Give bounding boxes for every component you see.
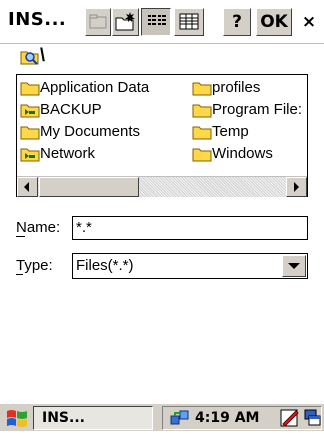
type-label: Type: [16, 257, 53, 274]
details-view-icon [179, 13, 199, 30]
scroll-left-button[interactable] [17, 177, 38, 197]
taskbar-app-label: INS... [42, 410, 85, 426]
pen-input-icon[interactable] [279, 407, 301, 429]
details-view-button[interactable] [174, 8, 204, 36]
folder-shared-icon [20, 104, 40, 118]
start-button[interactable] [4, 406, 30, 430]
taskbar: INS... 4:19 AM [0, 403, 324, 431]
ok-button[interactable]: OK [256, 8, 292, 36]
windows-logo-icon [7, 410, 27, 427]
folder-shared-icon [20, 148, 40, 162]
folder-icon [192, 126, 212, 140]
chevron-down-icon [288, 263, 300, 269]
folder-icon [192, 82, 212, 96]
taskbar-app-button[interactable]: INS... [33, 406, 153, 430]
type-dropdown-button[interactable] [282, 255, 306, 277]
new-folder-button[interactable] [112, 8, 139, 36]
folder-icon [192, 148, 212, 162]
scroll-thumb[interactable] [39, 177, 139, 197]
current-path: \ [40, 45, 46, 65]
list-view-icon [148, 15, 166, 25]
horizontal-scrollbar[interactable] [17, 176, 307, 197]
path-row [20, 47, 40, 69]
task-switch-icon[interactable] [303, 407, 323, 429]
folder-icon [192, 104, 212, 118]
arrow-left-icon [24, 182, 29, 192]
new-folder-icon [115, 12, 135, 31]
window-title: INS... [8, 9, 67, 30]
list-view-button[interactable] [141, 8, 171, 36]
folder-icon [20, 126, 40, 140]
help-button[interactable]: ? [223, 8, 251, 36]
up-folder-icon [89, 14, 107, 29]
system-tray: 4:19 AM [162, 406, 322, 430]
name-field[interactable]: *.* [72, 216, 308, 240]
type-select-value: Files(*.*) [76, 257, 134, 274]
connectivity-icon[interactable] [169, 408, 191, 428]
title-bar: INS... ? OK × [0, 0, 324, 44]
arrow-right-icon [294, 182, 299, 192]
name-label: Name: [16, 219, 61, 236]
folder-icon [20, 82, 40, 96]
type-label-accel-underline [16, 274, 23, 275]
clock[interactable]: 4:19 AM [195, 410, 259, 426]
close-button[interactable]: × [296, 8, 322, 36]
scroll-right-button[interactable] [286, 177, 307, 197]
type-select[interactable]: Files(*.*) [72, 253, 308, 279]
folder-search-icon [20, 51, 39, 65]
up-folder-button[interactable] [85, 8, 111, 36]
name-label-accel-underline [16, 236, 25, 237]
